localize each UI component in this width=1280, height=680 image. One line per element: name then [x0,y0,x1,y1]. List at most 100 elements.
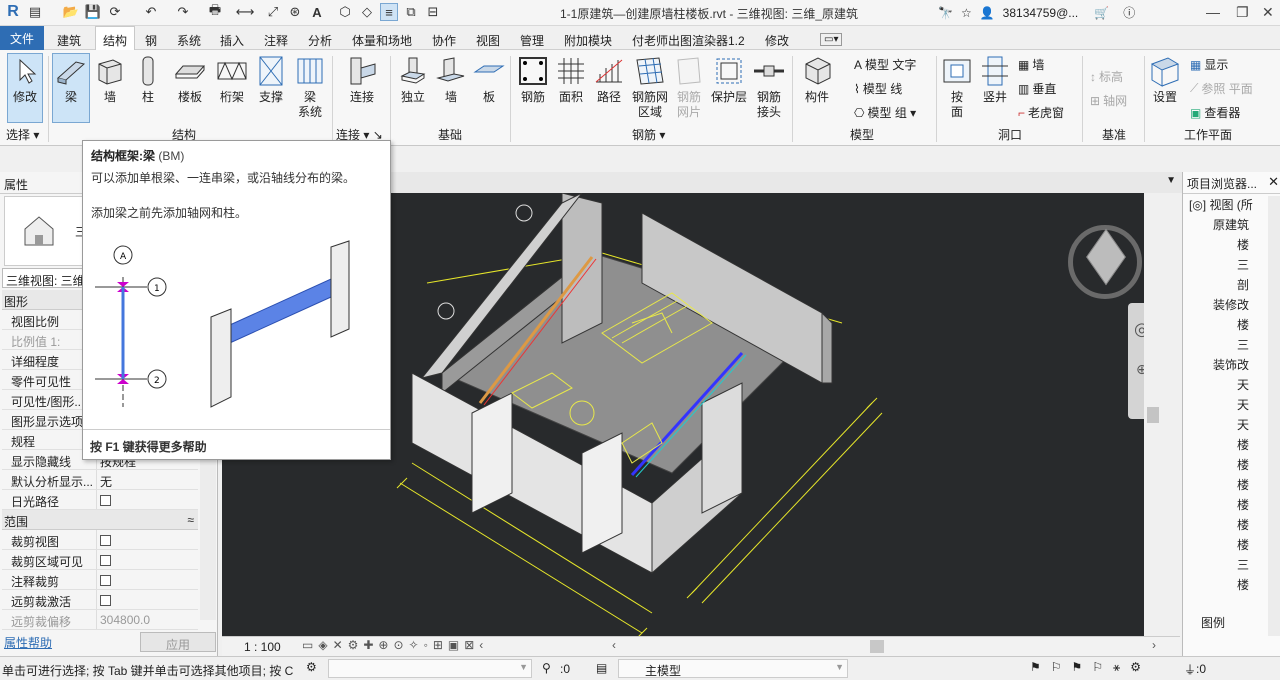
floor-button[interactable]: 楼板 [172,54,208,105]
rebar-button[interactable]: 钢筋 [516,54,550,105]
property-value[interactable] [96,590,198,609]
beam-system-button[interactable]: 梁 系统 [292,54,328,120]
property-row[interactable]: 注释裁剪 [2,570,198,590]
property-row[interactable]: 默认分析显示... 无 [2,470,198,490]
browser-item[interactable]: 原建筑 [1213,216,1249,233]
area-rebar-button[interactable]: 面积 [554,54,588,105]
text-icon[interactable]: A [308,3,326,21]
binoculars-icon[interactable]: 🔭 [938,6,953,20]
wall-foundation-button[interactable]: 墙 [434,54,468,105]
app-menu-icon[interactable]: ▤ [26,3,44,21]
checkbox[interactable] [100,575,111,586]
property-row[interactable]: 远剪裁激活 [2,590,198,610]
close-icon[interactable]: ✕ [1262,4,1274,21]
fabric-area-button[interactable]: 钢筋网 区域 [630,54,670,120]
browser-item[interactable]: 剖 [1237,276,1249,293]
property-value[interactable]: 304800.0 [96,610,198,629]
tab-manage[interactable]: 管理 [520,32,544,49]
model-line-button[interactable]: ⌇ 模型 线 [854,80,902,97]
tag-icon[interactable]: ⊛ [286,3,304,21]
view-cube[interactable] [1068,225,1142,299]
browser-item[interactable]: 楼 [1237,516,1249,533]
save-icon[interactable]: 💾 [84,3,102,21]
tab-collaborate[interactable]: 协作 [432,32,456,49]
property-value[interactable] [96,570,198,589]
connection-button[interactable]: 连接 [342,54,382,105]
editing-requests-icon[interactable]: ▤ [596,661,607,675]
browser-item[interactable]: 楼 [1237,236,1249,253]
checkbox[interactable] [100,555,111,566]
beam-button[interactable]: 梁 [52,53,90,123]
checkbox[interactable] [100,595,111,606]
browser-item[interactable]: 楼 [1237,496,1249,513]
ribbon-toggle-button[interactable]: ▭▾ [820,33,843,46]
star-icon[interactable]: ☆ [961,6,972,20]
tab-structure[interactable]: 结构 [95,26,136,51]
model-group-button[interactable]: ⎔ 模型 组 ▾ [854,104,916,121]
collapse-icon[interactable]: ≈ [187,513,194,527]
apply-button[interactable]: 应用 [140,632,216,652]
property-row[interactable]: 远剪裁偏移 304800.0 [2,610,198,630]
tab-file[interactable]: 文件 [0,26,44,50]
browser-item[interactable]: 楼 [1237,476,1249,493]
filter-icon[interactable]: ⚲ [542,661,551,675]
property-value[interactable] [96,490,198,509]
property-row[interactable]: 裁剪区域可见 [2,550,198,570]
browser-item[interactable]: 天 [1237,376,1249,393]
panel-select[interactable]: 选择 ▾ [6,126,39,143]
tab-renderer[interactable]: 付老师出图渲染器1.2 [632,32,745,49]
tab-analyze[interactable]: 分析 [308,32,332,49]
property-value[interactable] [96,550,198,569]
wall-opening-button[interactable]: ▦ 墙 [1018,56,1044,73]
property-value[interactable]: 无 [96,470,198,489]
modify-button[interactable]: 修改 [6,53,44,123]
open-icon[interactable]: 📂 [62,3,80,21]
property-value[interactable] [96,530,198,549]
horizontal-scroll-thumb[interactable] [870,640,884,653]
checkbox[interactable] [100,535,111,546]
tab-addins[interactable]: 附加模块 [564,32,612,49]
show-workplane-button[interactable]: ▦ 显示 [1190,56,1228,73]
viewer-button[interactable]: ▣ 查看器 [1190,104,1240,121]
section-extents[interactable]: 范围 ≈ [2,510,198,530]
workset-dropdown[interactable]: ▼ [328,659,532,678]
browser-item[interactable]: 装饰改 [1213,356,1249,373]
browser-item[interactable]: 三 [1237,556,1249,573]
brace-button[interactable]: 支撑 [254,54,288,105]
maximize-icon[interactable]: ❐ [1236,4,1249,21]
ref-plane-button[interactable]: ⟋ 参照 平面 [1190,80,1253,97]
truss-button[interactable]: 桁架 [214,54,250,105]
panel-rebar[interactable]: 钢筋 ▾ [632,126,665,143]
browser-item[interactable]: 楼 [1237,316,1249,333]
browser-item[interactable]: 楼 [1237,536,1249,553]
3d-view-icon[interactable]: ⬡ [336,3,354,21]
browser-item[interactable]: 三 [1237,256,1249,273]
coupler-button[interactable]: 钢筋 接头 [752,54,786,120]
component-button[interactable]: 构件 [798,54,836,105]
switch-windows-icon[interactable]: ⊟ [424,3,442,21]
worksets-icon[interactable]: ⚙ [306,660,317,674]
tab-modify[interactable]: 修改 [765,32,789,49]
measure-icon[interactable]: ⟷ [236,3,255,21]
tab-massing[interactable]: 体量和场地 [352,32,412,49]
browser-item[interactable]: 天 [1237,416,1249,433]
browser-item[interactable]: 装修改 [1213,296,1249,313]
help-icon[interactable]: ⓘ [1123,4,1135,21]
browser-item[interactable]: 楼 [1237,436,1249,453]
browser-item[interactable]: 天 [1237,396,1249,413]
select-filter-icon[interactable]: ⏚ [1184,661,1196,678]
cart-icon[interactable]: 🛒 [1094,6,1109,20]
design-option-dropdown[interactable]: 主模型 ▼ [618,659,848,678]
browser-item[interactable]: 图例 [1201,614,1225,631]
tab-view[interactable]: 视图 [476,32,500,49]
checkbox[interactable] [100,495,111,506]
browser-scrollbar[interactable] [1268,196,1280,636]
view-control-icons[interactable]: ▭◈✕⚙✚⊕⊙✧◦⊞▣⊠‹ [302,638,488,652]
browser-item[interactable]: 楼 [1237,456,1249,473]
path-rebar-button[interactable]: 路径 [592,54,626,105]
vertical-scrollbar[interactable] [1144,193,1162,636]
close-hidden-icon[interactable]: ⧉ [402,3,420,21]
aligned-dimension-icon[interactable]: ⤢ [264,3,282,21]
scrollbar-thumb[interactable] [1147,407,1159,423]
revit-logo[interactable]: R [4,3,22,21]
